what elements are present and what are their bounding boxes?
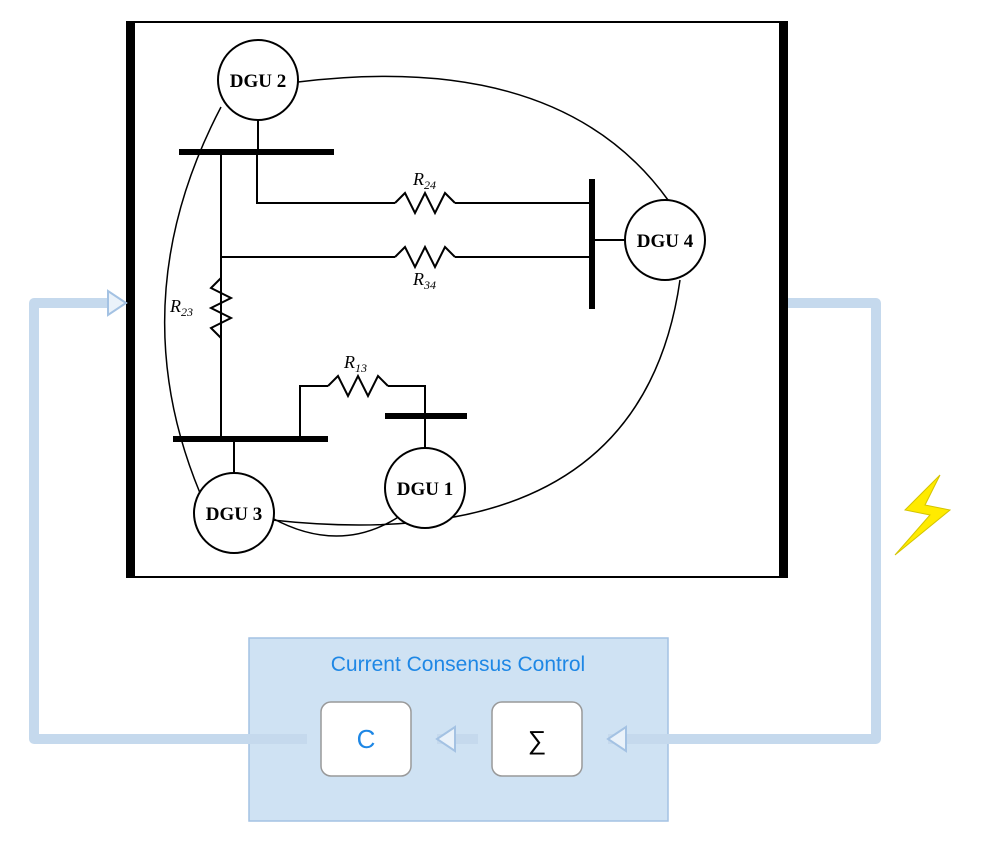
dgu-1-node: DGU 1: [385, 448, 465, 528]
svg-text:∑: ∑: [528, 725, 547, 755]
bus-4: [589, 179, 595, 309]
svg-text:DGU 3: DGU 3: [206, 504, 262, 525]
diagram-canvas: R24 R34 R23 R13 DGU 2: [0, 0, 986, 844]
bus-2: [179, 149, 334, 155]
lightning-icon: [895, 475, 950, 555]
svg-text:C: C: [357, 724, 376, 754]
svg-text:DGU 1: DGU 1: [397, 479, 453, 500]
svg-text:DGU 2: DGU 2: [230, 71, 286, 92]
svg-text:DGU 4: DGU 4: [637, 231, 694, 252]
block-sigma: ∑: [492, 702, 582, 776]
control-title: Current Consensus Control: [331, 653, 585, 676]
dgu-4-node: DGU 4: [625, 200, 705, 280]
bus-1: [385, 413, 467, 419]
dgu-2-node: DGU 2: [218, 40, 298, 120]
control-box: Current Consensus Control: [249, 638, 668, 821]
block-c: C: [321, 702, 411, 776]
bus-3: [173, 436, 328, 442]
dgu-3-node: DGU 3: [194, 473, 274, 553]
